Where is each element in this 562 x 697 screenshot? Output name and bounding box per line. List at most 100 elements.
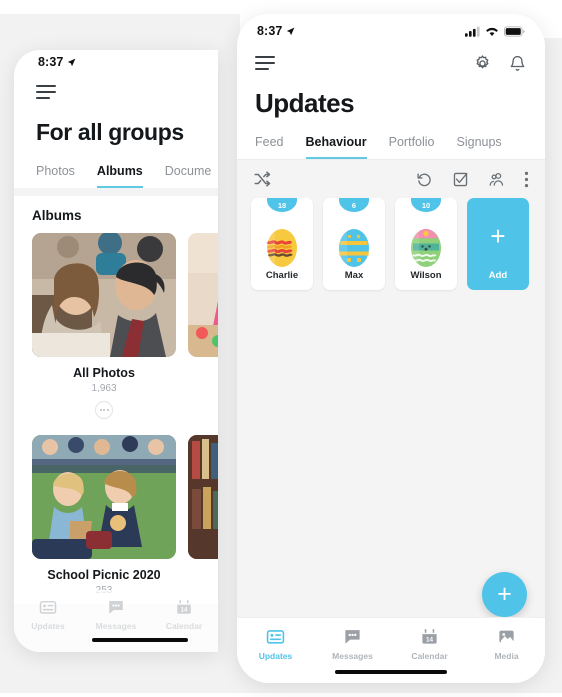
nav-label: Messages bbox=[95, 621, 137, 631]
settings-gear-icon[interactable] bbox=[473, 54, 492, 73]
album-card[interactable]: Bloom bbox=[188, 435, 218, 596]
library-portrait-photo bbox=[188, 435, 218, 560]
tab-albums[interactable]: Albums bbox=[96, 164, 143, 188]
status-time: 8:37 bbox=[257, 24, 295, 38]
student-card[interactable]: 10 Wilson bbox=[395, 198, 457, 290]
status-time: 8:37 bbox=[38, 55, 76, 69]
tab-photos[interactable]: Photos bbox=[36, 164, 75, 188]
tab-signups[interactable]: Signups bbox=[457, 135, 502, 159]
left-status-bar: 8:37 bbox=[14, 50, 218, 75]
status-time-text: 8:37 bbox=[38, 55, 64, 70]
album-thumbnail bbox=[32, 233, 176, 358]
message-bubble-icon bbox=[109, 601, 123, 614]
album-count: 1,963 bbox=[91, 383, 117, 395]
right-header bbox=[237, 48, 545, 74]
left-content-area: Albums All Photos 1,963 School Picnic 20… bbox=[14, 188, 218, 652]
section-title-albums: Albums bbox=[32, 208, 82, 224]
classroom-students-photo bbox=[32, 233, 176, 358]
plus-icon: + bbox=[497, 580, 512, 608]
left-bottom-tabbar: Updates Messages 14 Calendar bbox=[14, 590, 218, 652]
shuffle-icon[interactable] bbox=[253, 170, 271, 188]
calendar-icon: 14 bbox=[177, 599, 191, 614]
album-title: School Picnic 2020 bbox=[47, 568, 161, 583]
sidebar-item-updates[interactable]: Updates bbox=[237, 627, 314, 683]
album-card[interactable]: School Picnic 2020 253 bbox=[32, 435, 176, 596]
school-picnic-photo bbox=[32, 435, 176, 560]
page-title: Updates bbox=[255, 88, 355, 118]
nav-label: Media bbox=[494, 651, 519, 661]
album-thumbnail bbox=[188, 233, 218, 358]
sidebar-item-updates[interactable]: Updates bbox=[14, 598, 82, 631]
album-card[interactable]: All Photos 1,963 bbox=[32, 233, 176, 420]
svg-text:14: 14 bbox=[426, 636, 434, 643]
album-thumbnail bbox=[188, 435, 218, 560]
sidebar-item-media[interactable]: Media bbox=[468, 627, 545, 683]
home-indicator bbox=[92, 638, 189, 642]
nav-label: Messages bbox=[332, 651, 373, 661]
right-content-area: 18 Charlie 6 Max 10 Wilson + Add + Updat… bbox=[237, 160, 545, 683]
album-title: Bloom bbox=[188, 568, 218, 582]
right-phone-mockup: 8:37 Updates Feed Behaviour Portfolio Si… bbox=[237, 14, 545, 683]
undo-icon[interactable] bbox=[416, 171, 433, 188]
student-card[interactable]: 6 Max bbox=[323, 198, 385, 290]
blue-yellow-egg bbox=[338, 229, 369, 267]
checkbox-checked-icon[interactable] bbox=[452, 171, 469, 188]
header-action-icons bbox=[473, 54, 527, 73]
points-badge: 6 bbox=[339, 198, 369, 212]
album-title: Schoo bbox=[188, 366, 218, 380]
location-arrow-icon bbox=[68, 58, 76, 66]
album-card[interactable]: Schoo bbox=[188, 233, 218, 419]
left-phone-mockup: 8:37 For all groups Photos Albums Docume… bbox=[14, 50, 218, 652]
tab-behaviour[interactable]: Behaviour bbox=[305, 135, 367, 159]
album-thumbnail bbox=[32, 435, 176, 560]
nav-label: Calendar bbox=[411, 651, 448, 661]
page-title: For all groups bbox=[36, 118, 184, 145]
left-tab-strip: Photos Albums Docume bbox=[36, 164, 218, 188]
group-people-icon[interactable] bbox=[488, 171, 505, 188]
tab-portfolio[interactable]: Portfolio bbox=[389, 135, 435, 159]
sidebar-item-calendar[interactable]: 14 Calendar bbox=[150, 598, 218, 631]
status-time-text: 8:37 bbox=[257, 24, 283, 38]
hamburger-menu-icon[interactable] bbox=[36, 84, 56, 99]
screenshot-canvas: 8:37 For all groups Photos Albums Docume… bbox=[0, 0, 562, 697]
nav-label: Calendar bbox=[165, 621, 203, 631]
album-title: All Photos bbox=[73, 366, 135, 381]
nav-label: Updates bbox=[31, 621, 65, 631]
right-status-bar: 8:37 bbox=[237, 14, 545, 48]
right-tab-strip: Feed Behaviour Portfolio Signups bbox=[255, 135, 545, 159]
points-badge: 18 bbox=[267, 198, 297, 212]
updates-card-icon bbox=[266, 630, 285, 644]
cellular-signal-icon bbox=[465, 26, 480, 37]
hamburger-menu-icon[interactable] bbox=[255, 52, 275, 74]
sidebar-item-messages[interactable]: Messages bbox=[314, 627, 391, 683]
floating-action-button[interactable]: + bbox=[482, 572, 527, 617]
student-card[interactable]: 18 Charlie bbox=[251, 198, 313, 290]
overflow-menu-icon[interactable] bbox=[524, 171, 529, 188]
tab-feed[interactable]: Feed bbox=[255, 135, 284, 159]
student-name: Max bbox=[344, 270, 364, 281]
battery-full-icon bbox=[504, 25, 525, 37]
updates-card-icon bbox=[39, 601, 57, 614]
add-student-button[interactable]: + Add bbox=[467, 198, 529, 290]
albums-section: Albums All Photos 1,963 School Picnic 20… bbox=[14, 196, 218, 605]
notification-bell-icon[interactable] bbox=[508, 54, 527, 73]
status-indicators bbox=[465, 25, 525, 37]
albums-row-2: School Picnic 2020 253 bbox=[14, 435, 218, 596]
yellow-red-egg bbox=[266, 229, 297, 267]
sidebar-item-messages[interactable]: Messages bbox=[82, 598, 150, 631]
student-name: Charlie bbox=[265, 270, 299, 281]
points-badge: 10 bbox=[411, 198, 441, 212]
wifi-icon bbox=[486, 27, 498, 36]
children-playing-photo bbox=[188, 233, 218, 358]
location-arrow-icon bbox=[287, 27, 295, 35]
green-pink-egg bbox=[410, 229, 441, 267]
plus-icon: + bbox=[490, 221, 506, 251]
more-dots-icon[interactable] bbox=[95, 401, 113, 420]
tab-documents[interactable]: Docume bbox=[165, 164, 212, 188]
albums-row-1: All Photos 1,963 bbox=[14, 233, 218, 420]
sidebar-item-calendar[interactable]: 14 Calendar bbox=[391, 627, 468, 683]
students-row: 18 Charlie 6 Max 10 Wilson + Add bbox=[237, 196, 545, 290]
left-header bbox=[14, 75, 218, 103]
calendar-icon: 14 bbox=[422, 628, 437, 644]
add-label: Add bbox=[488, 270, 508, 281]
